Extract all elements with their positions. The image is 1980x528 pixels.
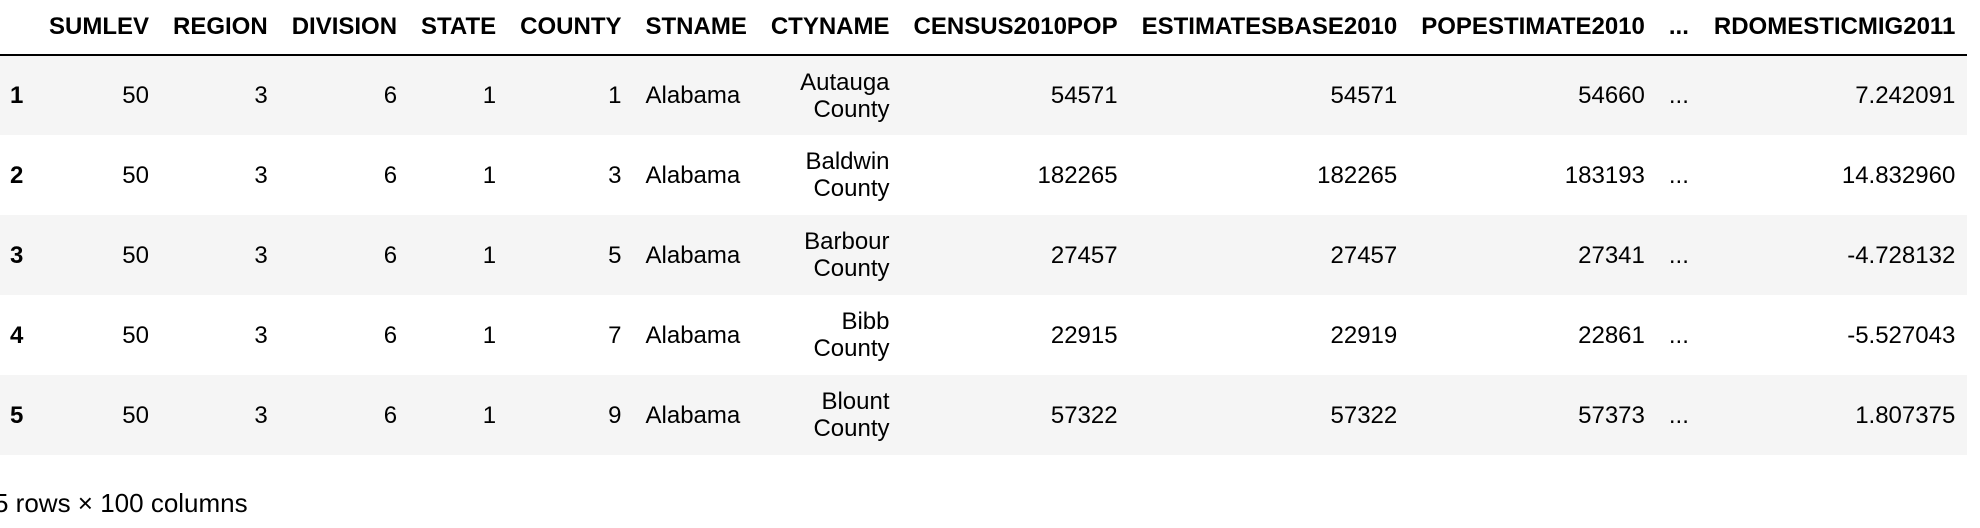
cell-division: 6 [383, 241, 398, 269]
dataframe-output: SUMLEV REGION DIVISION STATE COUNTY STNA… [0, 0, 1968, 455]
table-row: 5 50 3 6 1 9 Alabama Blount County 57322… [0, 375, 1968, 455]
column-header-estimatesbase2010: ESTIMATESBASE2010 [1129, 0, 1410, 56]
table-row: 2 50 3 6 1 3 Alabama Baldwin County 1822… [0, 135, 1968, 215]
column-header-ellipsis: ... [1656, 0, 1702, 56]
dataframe-shape-caption: 5 rows × 100 columns [0, 488, 248, 518]
column-header-census2010pop: CENSUS2010POP [901, 0, 1130, 56]
cell-rdomesticmig2011: -4.728132 [1847, 241, 1956, 269]
cell-division: 6 [383, 401, 398, 429]
cell-ctyname: Baldwin County [805, 148, 890, 202]
cell-county: 5 [608, 241, 622, 269]
cell-county: 3 [608, 161, 622, 189]
row-index: 3 [10, 241, 24, 269]
dataframe-table: SUMLEV REGION DIVISION STATE COUNTY STNA… [0, 0, 1968, 455]
cell-census2010pop: 57322 [1050, 401, 1118, 429]
column-header-state: STATE [409, 0, 509, 56]
cell-census2010pop: 22915 [1050, 321, 1118, 349]
row-index: 5 [10, 401, 24, 429]
cell-region: 3 [254, 82, 268, 109]
cell-state: 1 [482, 161, 497, 189]
column-header-county: COUNTY [508, 0, 634, 56]
cell-stname: Alabama [645, 82, 741, 109]
column-header-ctyname: CTYNAME [758, 0, 902, 56]
cell-estimatesbase2010: 182265 [1317, 161, 1398, 189]
cell-division: 6 [383, 321, 398, 349]
cell-region: 3 [254, 161, 268, 189]
cell-census2010pop: 54571 [1050, 82, 1118, 109]
cell-ctyname: Bibb County [813, 308, 890, 362]
table-row: 3 50 3 6 1 5 Alabama Barbour County 2745… [0, 215, 1968, 295]
cell-stname: Alabama [645, 161, 741, 189]
cell-county: 1 [608, 82, 622, 109]
cell-ellipsis: ... [1668, 321, 1689, 349]
cell-rdomesticmig2011: 7.242091 [1855, 82, 1956, 109]
column-header-rdomesticmig2011: RDOMESTICMIG2011 [1701, 0, 1968, 56]
cell-ellipsis: ... [1668, 161, 1689, 189]
cell-sumlev: 50 [122, 241, 149, 269]
row-index: 4 [10, 321, 24, 349]
cell-estimatesbase2010: 57322 [1330, 401, 1398, 429]
cell-popestimate2010: 27341 [1578, 241, 1645, 269]
cell-popestimate2010: 54660 [1578, 82, 1645, 109]
cell-estimatesbase2010: 54571 [1330, 82, 1398, 109]
cell-popestimate2010: 57373 [1578, 401, 1645, 429]
column-header-region: REGION [161, 0, 280, 56]
cell-estimatesbase2010: 22919 [1330, 321, 1398, 349]
table-row: 4 50 3 6 1 7 Alabama Bibb County 22915 2… [0, 295, 1968, 375]
header-row: SUMLEV REGION DIVISION STATE COUNTY STNA… [0, 0, 1968, 56]
cell-state: 1 [482, 82, 497, 109]
cell-region: 3 [254, 401, 268, 429]
cell-rdomesticmig2011: 14.832960 [1841, 161, 1956, 189]
cell-stname: Alabama [645, 321, 741, 349]
cell-rdomesticmig2011: 1.807375 [1855, 401, 1956, 429]
cell-estimatesbase2010: 27457 [1330, 241, 1398, 269]
cell-state: 1 [482, 321, 497, 349]
column-header-stname: STNAME [633, 0, 759, 56]
cell-sumlev: 50 [122, 161, 149, 189]
cell-state: 1 [482, 241, 497, 269]
cell-county: 7 [608, 321, 622, 349]
cell-sumlev: 50 [122, 82, 149, 109]
column-header-sumlev: SUMLEV [36, 0, 161, 56]
row-index: 1 [10, 82, 24, 109]
cell-ctyname: Barbour County [804, 228, 890, 282]
cell-county: 9 [608, 401, 622, 429]
row-index: 2 [10, 161, 24, 189]
cell-sumlev: 50 [122, 401, 149, 429]
cell-region: 3 [254, 241, 268, 269]
cell-sumlev: 50 [122, 321, 149, 349]
cell-region: 3 [254, 321, 268, 349]
table-row: 1 50 3 6 1 1 Alabama Autauga County 5457… [0, 55, 1968, 135]
cell-census2010pop: 27457 [1050, 241, 1118, 269]
cell-ellipsis: ... [1668, 82, 1689, 109]
cell-popestimate2010: 22861 [1578, 321, 1645, 349]
cell-stname: Alabama [645, 241, 741, 269]
cell-ellipsis: ... [1668, 241, 1689, 269]
cell-census2010pop: 182265 [1037, 161, 1118, 189]
cell-ctyname: Blount County [813, 388, 890, 442]
column-header-popestimate2010: POPESTIMATE2010 [1409, 0, 1657, 56]
cell-ctyname: Autauga County [800, 68, 890, 123]
cell-rdomesticmig2011: -5.527043 [1847, 321, 1956, 349]
cell-state: 1 [482, 401, 497, 429]
cell-ellipsis: ... [1668, 401, 1689, 429]
index-header [0, 0, 36, 56]
cell-division: 6 [383, 82, 398, 109]
column-header-division: DIVISION [279, 0, 410, 56]
cell-division: 6 [383, 161, 398, 189]
cell-popestimate2010: 183193 [1564, 161, 1645, 189]
cell-stname: Alabama [645, 401, 741, 429]
